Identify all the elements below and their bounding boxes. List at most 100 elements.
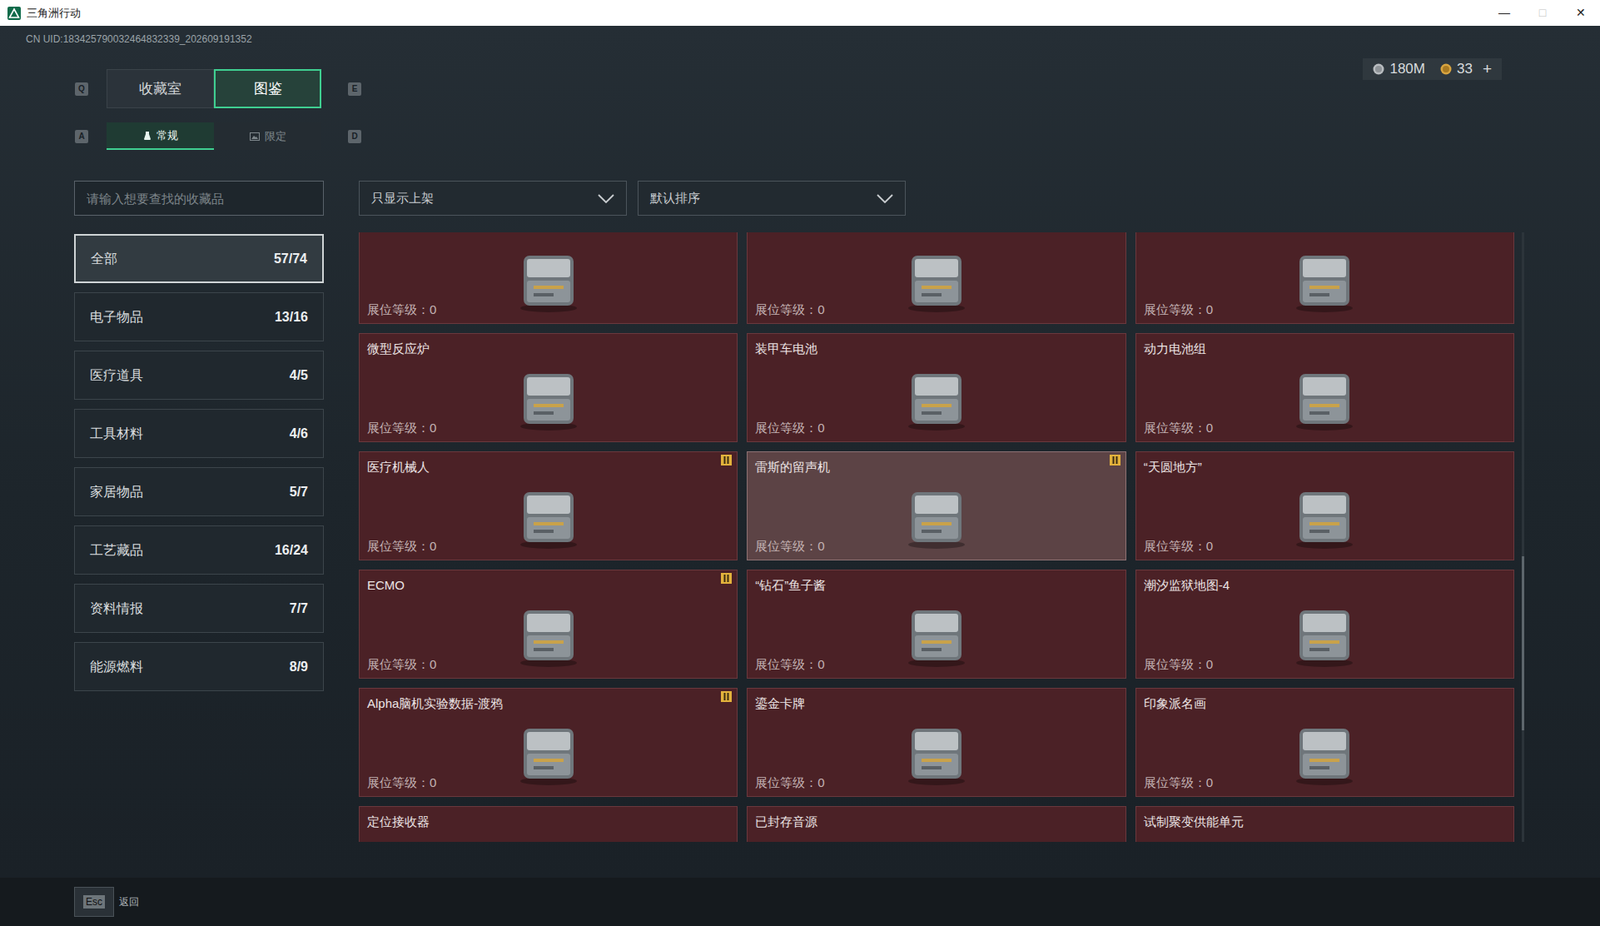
main-content: CN UID:183425790032464832339_20260919135… (0, 25, 1600, 878)
collection-card[interactable]: Alpha脑机实验数据-渡鸦展位等级：0 (358, 687, 738, 797)
collectible-icon (890, 358, 983, 437)
scrollbar[interactable] (1521, 232, 1525, 842)
item-name: ECMO (359, 570, 737, 594)
booth-level: 展位等级：0 (1136, 301, 1514, 323)
key-hint: D (347, 129, 362, 144)
collectible-icon (502, 713, 595, 791)
collection-body: 全部57/74 电子物品13/16 医疗道具 4/5 工具材料4/6 家居物品5/7 工艺藏… (0, 232, 1600, 842)
booth-level: 展位等级：0 (359, 301, 737, 323)
currency-amount: 33 (1456, 58, 1473, 80)
booth-level: 展位等级：0 (359, 774, 737, 796)
currency: 33 + (1440, 57, 1492, 82)
dropdown-value: 只显示上架 (371, 188, 434, 209)
main-tab[interactable]: 收藏室 (106, 69, 214, 109)
currency-bar: 180M33+ (1362, 58, 1502, 80)
booth-level: 展位等级：0 (1136, 655, 1514, 678)
item-name: 潮汐监狱地图-4 (1136, 570, 1514, 594)
sidebar-item[interactable]: 资料情报7/7 (74, 583, 324, 633)
collection-card[interactable]: 展位等级：0 (746, 232, 1126, 324)
booth-level: 展位等级：0 (747, 419, 1125, 442)
collection-card[interactable]: 试制聚变供能单元 (1135, 805, 1515, 842)
collection-card[interactable]: 已封存音源 (746, 805, 1126, 842)
booth-level: 展位等级：0 (359, 655, 737, 678)
item-name: 定位接收器 (359, 806, 737, 830)
collection-card[interactable]: 鎏金卡牌展位等级：0 (746, 687, 1126, 797)
booth-level: 展位等级：0 (359, 537, 737, 560)
category-count: 16/24 (274, 540, 309, 561)
gold-coin-icon (1440, 63, 1452, 75)
sidebar-item[interactable]: 电子物品13/16 (74, 292, 324, 342)
window-title: 三角洲行动 (26, 4, 81, 22)
collectible-icon (1278, 358, 1371, 437)
sub-tab-label: 常规 (156, 127, 179, 145)
regular-icon (143, 130, 152, 141)
collection-card[interactable]: 定位接收器 (358, 805, 738, 842)
name-spacer (747, 232, 1125, 239)
alert-badge-icon (720, 454, 732, 466)
category-count: 13/16 (274, 307, 309, 328)
chevron-down-icon (597, 193, 615, 204)
back-button[interactable]: Esc (74, 886, 115, 917)
item-name: “钻石”鱼子酱 (747, 570, 1125, 594)
category-label: 医疗道具 (89, 365, 144, 386)
booth-level: 展位等级：0 (1136, 537, 1514, 560)
collection-card[interactable]: 医疗机械人展位等级：0 (358, 451, 738, 561)
collection-card[interactable]: 雷斯的留声机展位等级：0 (746, 451, 1126, 561)
chevron-down-icon (876, 193, 894, 204)
item-name: 医疗机械人 (359, 452, 737, 476)
sub-tab[interactable]: 常规 (106, 122, 214, 150)
add-currency-button[interactable]: + (1482, 57, 1492, 82)
category-label: 家居物品 (89, 481, 144, 502)
collection-card[interactable]: 微型反应炉展位等级：0 (358, 332, 738, 443)
app-logo-icon (7, 6, 21, 20)
collection-card[interactable]: “天圆地方”展位等级：0 (1135, 451, 1515, 561)
collection-card[interactable]: 装甲车电池展位等级：0 (746, 332, 1126, 443)
search-input[interactable] (74, 180, 324, 216)
sidebar-item[interactable]: 工艺藏品16/24 (74, 525, 324, 575)
sidebar-item[interactable]: 家居物品5/7 (74, 467, 324, 517)
alert-badge-icon (1109, 454, 1121, 466)
sidebar-item[interactable]: 能源燃料8/9 (74, 641, 324, 691)
collectible-icon (890, 477, 983, 555)
sub-tab[interactable]: 限定 (213, 122, 322, 150)
booth-level: 展位等级：0 (1136, 419, 1514, 442)
collection-card[interactable]: ECMO 展位等级：0 (358, 569, 738, 679)
collectible-icon (890, 713, 983, 791)
esc-key: Esc (83, 894, 105, 909)
collection-card[interactable]: 展位等级：0 (358, 232, 738, 324)
collection-card[interactable]: 印象派名画展位等级：0 (1135, 687, 1515, 797)
collection-card[interactable]: 展位等级：0 (1135, 232, 1515, 324)
collection-card[interactable]: 潮汐监狱地图-4 展位等级：0 (1135, 569, 1515, 679)
collectible-icon (1278, 595, 1371, 673)
collection-card[interactable]: “钻石”鱼子酱展位等级：0 (746, 569, 1126, 679)
title-bar: 三角洲行动 —□✕ (0, 0, 1600, 26)
alert-badge-icon (720, 690, 732, 702)
item-name: 鎏金卡牌 (747, 688, 1125, 712)
sidebar-item[interactable]: 医疗道具 4/5 (74, 350, 324, 400)
window-controls: —□✕ (1485, 0, 1600, 26)
collectible-icon (502, 358, 595, 437)
main-tab[interactable]: 图鉴 (213, 69, 322, 109)
collection-card[interactable]: 动力电池组展位等级：0 (1135, 332, 1515, 443)
category-label: 全部 (90, 248, 118, 269)
silver-coin-icon (1372, 63, 1385, 75)
filter-dropdown[interactable]: 只显示上架 (358, 180, 627, 216)
window-control-button[interactable]: — (1485, 0, 1524, 26)
game-window: 三角洲行动 —□✕CN UID:183425790032464832339_202… (0, 0, 1600, 926)
sidebar-item[interactable]: 工具材料4/6 (74, 408, 324, 458)
item-name: 装甲车电池 (747, 333, 1125, 358)
window-control-button[interactable]: ✕ (1561, 0, 1600, 26)
category-count: 8/9 (289, 656, 309, 677)
item-name: 微型反应炉 (359, 333, 737, 358)
footer-bar: Esc返回 (0, 877, 1600, 926)
filter-dropdown[interactable]: 默认排序 (637, 180, 906, 216)
filter-row: 只显示上架 默认排序 (0, 180, 1600, 216)
scrollbar-thumb[interactable] (1521, 556, 1525, 731)
filter-dropdowns: 只显示上架 默认排序 (358, 180, 906, 216)
booth-level: 展位等级：0 (747, 655, 1125, 678)
category-count: 4/5 (289, 365, 309, 386)
image-icon (249, 132, 260, 141)
booth-level: 展位等级：0 (1136, 774, 1514, 796)
sidebar-item[interactable]: 全部57/74 (74, 233, 324, 284)
category-count: 7/7 (289, 598, 309, 619)
